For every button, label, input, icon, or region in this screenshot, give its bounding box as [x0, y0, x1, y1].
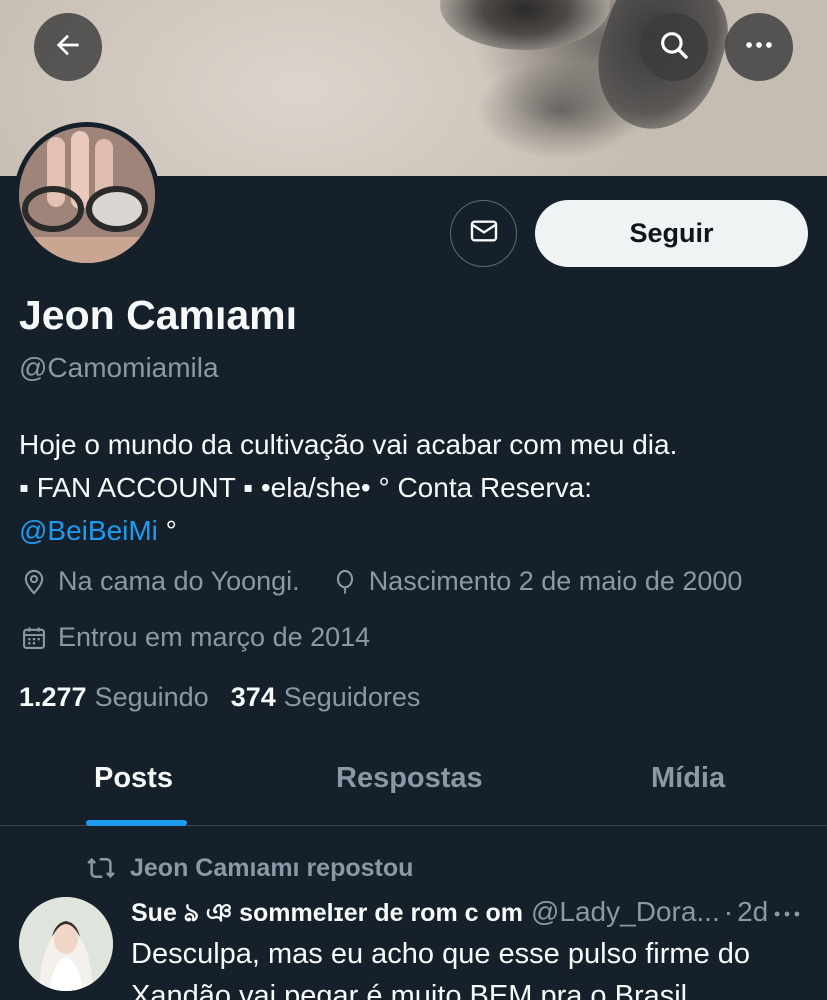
bio-line-3: @BeiBeiMi °: [19, 509, 809, 552]
profile-avatar[interactable]: [14, 122, 160, 268]
tweet-dot-separator: ·: [723, 896, 734, 927]
tweet-text[interactable]: Desculpa, mas eu acho que esse pulso fir…: [131, 933, 821, 1000]
tab-posts[interactable]: Posts: [94, 762, 173, 795]
mail-icon: [468, 215, 500, 252]
back-button[interactable]: [34, 13, 102, 81]
avatar-image: [19, 127, 155, 263]
search-button[interactable]: [640, 13, 708, 81]
repost-text: Jeon Camıamı repostou: [130, 853, 414, 882]
profile-location: Na cama do Yoongi.: [58, 566, 300, 596]
followers-count: 374: [230, 682, 276, 712]
profile-birthdate: Nascimento 2 de maio de 2000: [368, 566, 743, 596]
following-count: 1.277: [19, 682, 87, 712]
tweet-author-handle[interactable]: @Lady_Dora...: [531, 896, 720, 928]
profile-bio: Hoje o mundo da cultivação vai acabar co…: [19, 423, 809, 552]
display-name: Jeon Camıamı: [19, 292, 297, 338]
arrow-left-icon: [52, 29, 84, 66]
tab-replies[interactable]: Respostas: [336, 762, 483, 795]
location-pin-icon: [19, 567, 49, 597]
tweet-author-name[interactable]: Sue ঌ︎ ঞ sommelɪer de rom c om: [131, 893, 523, 936]
bio-line-2: ▪ FAN ACCOUNT ▪ •ela/she• ° Conta Reserv…: [19, 472, 593, 503]
following-label: Seguindo: [94, 682, 209, 712]
profile-joined-row: Entrou em março de 2014: [19, 622, 370, 653]
tweet-header: Sue ঌ︎ ঞ sommelɪer de rom c om @Lady_Dor…: [131, 893, 811, 936]
followers-label: Seguidores: [283, 682, 421, 712]
calendar-icon: [19, 623, 49, 653]
banner-eye-detail: [440, 0, 610, 50]
tweet-timestamp[interactable]: 2d: [737, 896, 768, 928]
follow-button[interactable]: Seguir: [535, 200, 808, 267]
bio-mention-link[interactable]: @BeiBeiMi: [19, 515, 158, 546]
active-tab-indicator: [86, 820, 187, 826]
repost-indicator[interactable]: Jeon Camıamı repostou: [86, 853, 413, 883]
follow-counts: 1.277 Seguindo 374 Seguidores: [19, 682, 420, 713]
followers-link[interactable]: 374 Seguidores: [231, 682, 421, 713]
user-handle: @Camomiamila: [19, 352, 219, 383]
profile-joined-date: Entrou em março de 2014: [58, 622, 371, 652]
search-icon: [657, 28, 691, 67]
more-horizontal-icon: [742, 28, 776, 67]
profile-tabs: Posts Respostas Mídia: [0, 740, 827, 826]
message-button[interactable]: [450, 200, 517, 267]
repost-icon: [86, 853, 116, 883]
tweet-more-button[interactable]: [770, 897, 804, 936]
more-button[interactable]: [725, 13, 793, 81]
bio-line-1: Hoje o mundo da cultivação vai acabar co…: [19, 429, 678, 460]
tweet-author-avatar[interactable]: [19, 897, 113, 991]
bio-suffix: °: [157, 515, 177, 546]
following-link[interactable]: 1.277 Seguindo: [19, 682, 209, 713]
profile-meta-row: Na cama do Yoongi. Nascimento 2 de maio …: [19, 566, 742, 597]
balloon-icon: [330, 567, 360, 597]
tab-media[interactable]: Mídia: [651, 762, 725, 795]
